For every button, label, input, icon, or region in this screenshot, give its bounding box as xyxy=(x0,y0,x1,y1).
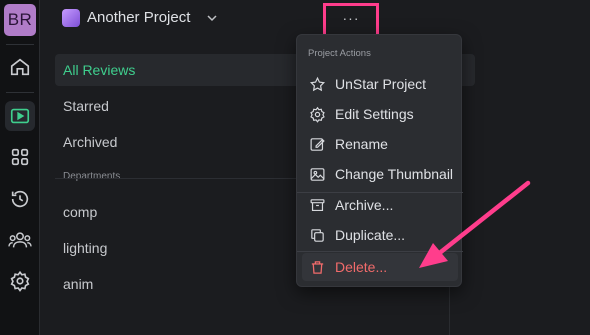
menu-item-label: Duplicate... xyxy=(335,227,406,243)
menu-item-label: Delete... xyxy=(335,259,388,275)
home-icon[interactable] xyxy=(5,52,35,82)
star-icon xyxy=(308,75,326,93)
top-bar: Another Project ··· xyxy=(40,0,590,39)
people-icon[interactable] xyxy=(5,225,35,255)
edit-pencil-icon xyxy=(308,135,326,153)
project-actions-menu: Project Actions UnStar Project Edit Sett… xyxy=(296,34,463,287)
duplicate-icon xyxy=(308,226,326,244)
image-icon xyxy=(308,165,326,183)
history-icon[interactable] xyxy=(5,184,35,214)
archive-box-icon xyxy=(308,196,326,214)
menu-item-label: Archive... xyxy=(335,197,394,213)
ellipsis-icon: ··· xyxy=(342,10,360,26)
departments-header: Departments xyxy=(63,171,121,182)
gear-icon xyxy=(308,105,326,123)
apps-grid-icon[interactable] xyxy=(5,142,35,172)
reviews-icon[interactable] xyxy=(5,101,35,131)
user-avatar[interactable]: BR xyxy=(4,4,36,36)
menu-item-unstar-project[interactable]: UnStar Project xyxy=(302,70,458,98)
trash-icon xyxy=(308,258,326,276)
chevron-down-icon[interactable] xyxy=(206,11,218,29)
menu-item-rename[interactable]: Rename xyxy=(302,130,458,158)
menu-header: Project Actions xyxy=(308,48,371,59)
menu-item-delete[interactable]: Delete... xyxy=(302,253,458,281)
menu-item-label: Rename xyxy=(335,136,388,152)
menu-item-label: UnStar Project xyxy=(335,76,427,92)
menu-item-label: Change Thumbnail xyxy=(335,166,454,182)
left-rail: BR xyxy=(0,0,40,335)
project-logo xyxy=(62,9,80,27)
menu-item-change-thumbnail[interactable]: Change Thumbnail xyxy=(302,160,458,188)
menu-item-label: Edit Settings xyxy=(335,106,414,122)
menu-divider xyxy=(297,251,463,252)
rail-divider xyxy=(6,92,34,93)
menu-item-edit-settings[interactable]: Edit Settings xyxy=(302,100,458,128)
settings-gear-icon[interactable] xyxy=(5,266,35,296)
menu-item-duplicate[interactable]: Duplicate... xyxy=(302,221,458,249)
rail-divider xyxy=(6,44,34,45)
project-name[interactable]: Another Project xyxy=(87,9,190,26)
menu-item-archive[interactable]: Archive... xyxy=(302,191,458,219)
